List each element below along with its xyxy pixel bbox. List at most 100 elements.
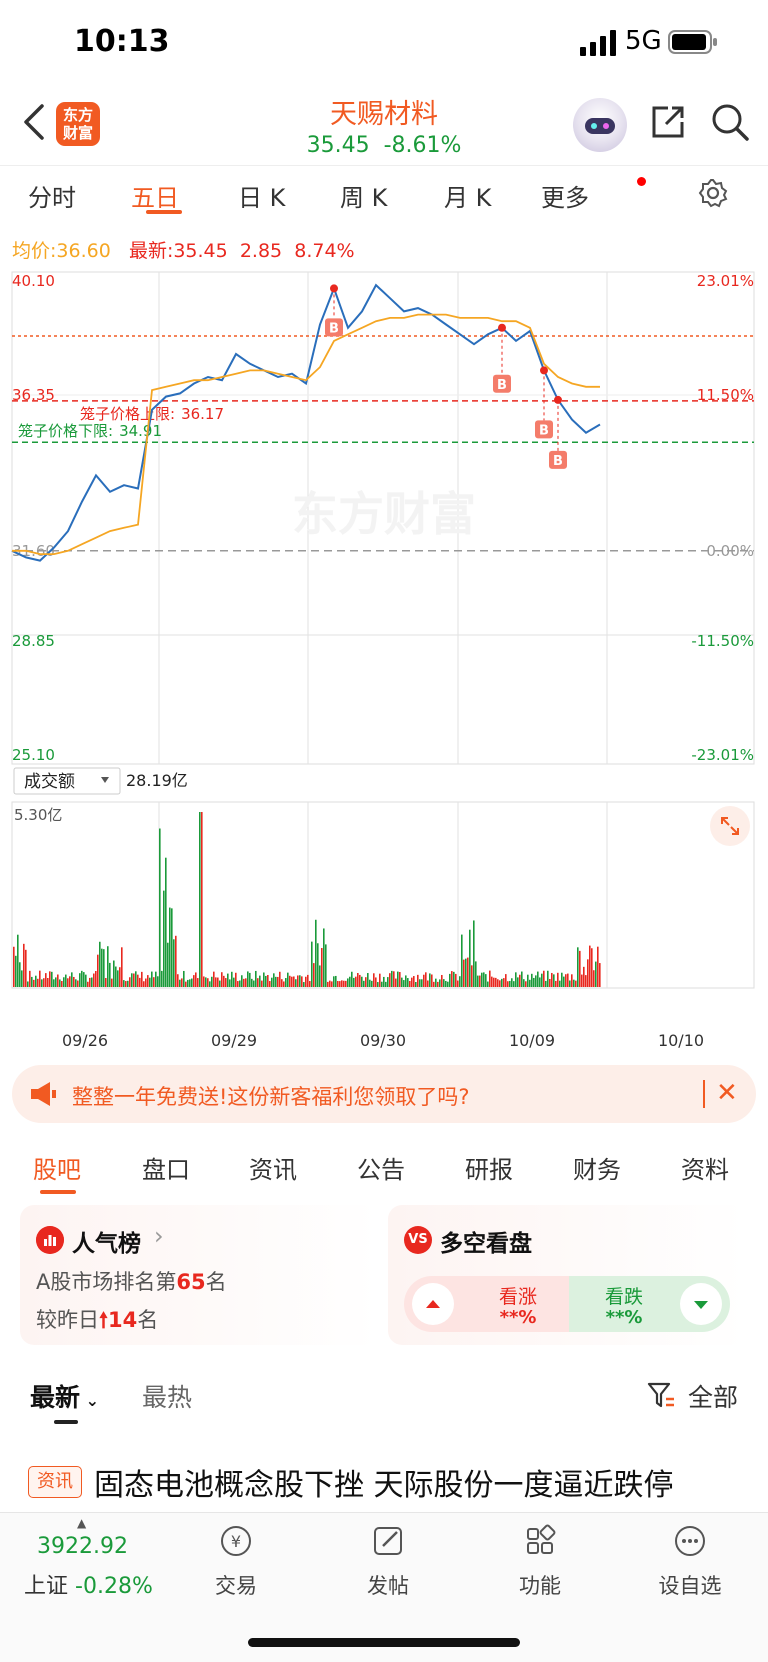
volume-bar (27, 981, 29, 987)
subtab-research[interactable]: 研报 (465, 1150, 513, 1185)
volume-bar (589, 945, 591, 987)
tab-fenshi[interactable]: 分时 (28, 178, 76, 213)
volume-bar (427, 980, 429, 987)
date-label: 09/29 (211, 1031, 257, 1050)
volume-bar (303, 982, 305, 987)
volume-bar (319, 965, 321, 987)
volume-bar (583, 966, 585, 987)
tab-week-k[interactable]: 周 K (340, 178, 387, 213)
bear-vote-button[interactable] (680, 1283, 722, 1325)
volume-bar (537, 971, 539, 987)
volume-bar (197, 978, 199, 987)
volume-bar (409, 980, 411, 987)
volume-bar (293, 976, 295, 987)
active-subtab-indicator (40, 1190, 76, 1194)
index-value[interactable]: 3922.92 (37, 1534, 128, 1559)
volume-bar (317, 943, 319, 987)
volume-bar (155, 971, 157, 987)
subtab-announcements[interactable]: 公告 (357, 1150, 405, 1185)
bull-vote-button[interactable] (412, 1283, 454, 1325)
gear-icon[interactable] (698, 178, 728, 208)
volume-bar (117, 970, 119, 987)
volume-bar (259, 975, 261, 987)
volume-bar (499, 980, 501, 987)
volume-bar (175, 935, 177, 987)
close-icon[interactable]: ✕ (716, 1078, 738, 1108)
expand-button[interactable] (710, 806, 750, 846)
volume-bar (391, 970, 393, 987)
volume-bar (533, 977, 535, 987)
five-day-chart[interactable]: 东方财富 40.10 36.35 31.60 28.85 25.10 23.01… (0, 260, 768, 1060)
tab-five-day[interactable]: 五日 (131, 178, 179, 213)
volume-bar (99, 941, 101, 987)
volume-bar (587, 959, 589, 987)
volume-bar (567, 973, 569, 987)
volume-bar (73, 976, 75, 987)
index-name-change[interactable]: 上证 -0.28% (24, 1568, 153, 1600)
volume-bar (287, 972, 289, 987)
nav-post[interactable]: 发帖 (338, 1522, 438, 1600)
filter-latest[interactable]: 最新 ⌄ (30, 1378, 99, 1414)
volume-bar (139, 977, 141, 987)
volume-bar (555, 980, 557, 987)
volume-bar (205, 977, 207, 987)
assistant-avatar[interactable] (573, 98, 627, 152)
volume-bar (369, 979, 371, 987)
volume-bar (273, 973, 275, 987)
tab-month-k[interactable]: 月 K (444, 178, 491, 213)
volume-bar (347, 978, 349, 987)
volume-bar (549, 978, 551, 987)
volume-bar (481, 972, 483, 987)
filter-hot[interactable]: 最热 (142, 1378, 192, 1414)
volume-bar (93, 973, 95, 987)
share-icon[interactable] (648, 102, 688, 142)
volume-bar (477, 975, 479, 987)
search-icon[interactable] (710, 102, 750, 142)
volume-bar (29, 970, 31, 987)
volume-bar (383, 976, 385, 987)
volume-bar (57, 974, 59, 987)
subtab-news[interactable]: 资讯 (249, 1150, 297, 1185)
nav-watchlist[interactable]: 设自选 (640, 1522, 740, 1600)
subtab-profile[interactable]: 资料 (681, 1150, 729, 1185)
bear-value: **% (605, 1307, 643, 1328)
volume-bar (441, 974, 443, 987)
filter-all[interactable]: 全部 (688, 1378, 738, 1414)
nav-trade[interactable]: ¥ 交易 (186, 1522, 286, 1600)
volume-bar (217, 977, 219, 987)
volume-bar (483, 972, 485, 987)
more-icon (675, 1526, 705, 1556)
nav-functions[interactable]: 功能 (490, 1522, 590, 1600)
volume-bar (137, 974, 139, 987)
y-right-label: -23.01% (691, 746, 754, 764)
volume-bar (445, 980, 447, 987)
date-label: 10/09 (509, 1031, 555, 1050)
rank-change-line: 较昨日🠕14名 (36, 1308, 159, 1332)
volume-bar (83, 972, 85, 987)
filter-icon[interactable] (646, 1380, 676, 1410)
volume-bar (167, 942, 169, 987)
volume-bar (493, 977, 495, 987)
volume-bar (579, 950, 581, 987)
triangle-up-icon (426, 1300, 440, 1308)
subtab-guba[interactable]: 股吧 (33, 1150, 81, 1185)
subtab-pankou[interactable]: 盘口 (142, 1150, 190, 1185)
subtab-finance[interactable]: 财务 (573, 1150, 621, 1185)
volume-bar (239, 980, 241, 987)
y-right-label: 0.00% (706, 542, 754, 560)
volume-bar (455, 973, 457, 987)
tab-day-k[interactable]: 日 K (238, 178, 285, 213)
volume-bar (563, 976, 565, 987)
y-left-label: 36.35 (12, 386, 55, 404)
volume-bar (405, 975, 407, 987)
volume-bar (515, 972, 517, 987)
volume-bar (79, 973, 81, 987)
y-right-label: -11.50% (691, 632, 754, 650)
avg-label: 均价: (12, 240, 57, 262)
volume-bar (35, 975, 37, 987)
volume-bar (195, 972, 197, 987)
tab-more[interactable]: 更多 (541, 178, 589, 213)
news-title[interactable]: 固态电池概念股下挫 天际股份一度逼近跌停 (94, 1460, 674, 1504)
y-right-label: 23.01% (697, 272, 754, 290)
volume-bar (367, 973, 369, 987)
